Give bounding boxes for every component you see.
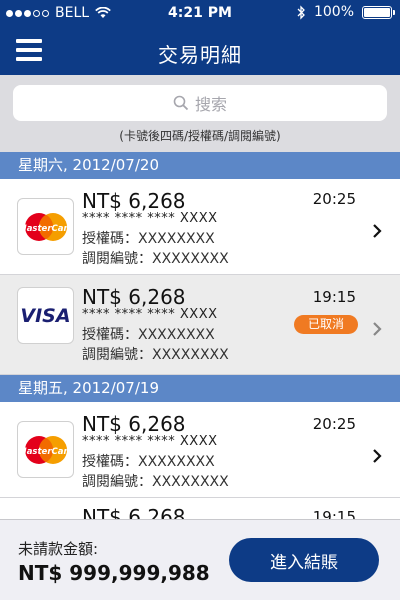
bluetooth-icon [297,4,305,20]
transaction-row[interactable]: VISA NT$ 6,268 **** **** **** XXXX 授權碼：X… [0,275,400,375]
transaction-time: 20:25 [312,190,356,208]
reference-number: 調閱編號：XXXXXXXX [82,251,229,267]
cancelled-badge: 已取消 [294,315,358,334]
auth-code: 授權碼：XXXXXXXX [82,231,215,247]
svg-text:MasterCard: MasterCard [21,447,71,457]
section-header-date: 星期六, 2012/07/20 [0,152,400,179]
unclaimed-amount-total: NT$ 999,999,988 [18,561,210,585]
svg-text:MasterCard: MasterCard [21,224,71,234]
amount: NT$ 6,268 [82,505,186,519]
status-bar: BELL 4:21 PM 100% [0,0,400,27]
amount: NT$ 6,268 [82,189,186,213]
section-header-date: 星期五, 2012/07/19 [0,375,400,402]
amount: NT$ 6,268 [82,412,186,436]
card-number: **** **** **** XXXX [82,307,218,322]
battery-icon [362,5,395,19]
checkout-button[interactable]: 進入結賬 [229,538,379,582]
amount: NT$ 6,268 [82,285,186,309]
transaction-row[interactable]: MasterCard NT$ 6,268 **** **** **** XXXX… [0,179,400,275]
battery-percent: 100% [313,4,354,20]
card-number: **** **** **** XXXX [82,434,218,449]
chevron-right-icon [373,449,382,463]
navigation-bar: 交易明細 [0,27,400,75]
chevron-right-icon [373,224,382,238]
search-placeholder: 搜索 [194,95,227,114]
search-icon [173,95,189,111]
search-input[interactable]: 搜索 [13,85,387,121]
mastercard-logo: MasterCard [17,198,74,255]
search-area: 搜索 (卡號後四碼/授權碼/調閱編號) [0,75,400,152]
transaction-row[interactable]: MasterCard NT$ 6,268 **** **** **** XXXX… [0,402,400,498]
mastercard-logo: MasterCard [17,421,74,478]
chevron-right-icon [373,322,382,336]
reference-number: 調閱編號：XXXXXXXX [82,474,229,490]
auth-code: 授權碼：XXXXXXXX [82,454,215,470]
search-hint: (卡號後四碼/授權碼/調閱編號) [119,129,281,143]
visa-logo: VISA [17,287,74,344]
transaction-row[interactable]: NT$ 6,268 19:15 [0,498,400,519]
page-title: 交易明細 [158,43,242,67]
transaction-time: 19:15 [312,508,356,519]
card-number: **** **** **** XXXX [82,211,218,226]
transaction-time: 20:25 [312,415,356,433]
unclaimed-amount-label: 未請款金額: [18,540,99,558]
reference-number: 調閱編號：XXXXXXXX [82,347,229,363]
summary-footer: 未請款金額: NT$ 999,999,988 進入結賬 [0,519,400,600]
auth-code: 授權碼：XXXXXXXX [82,327,215,343]
transaction-time: 19:15 [312,288,356,306]
